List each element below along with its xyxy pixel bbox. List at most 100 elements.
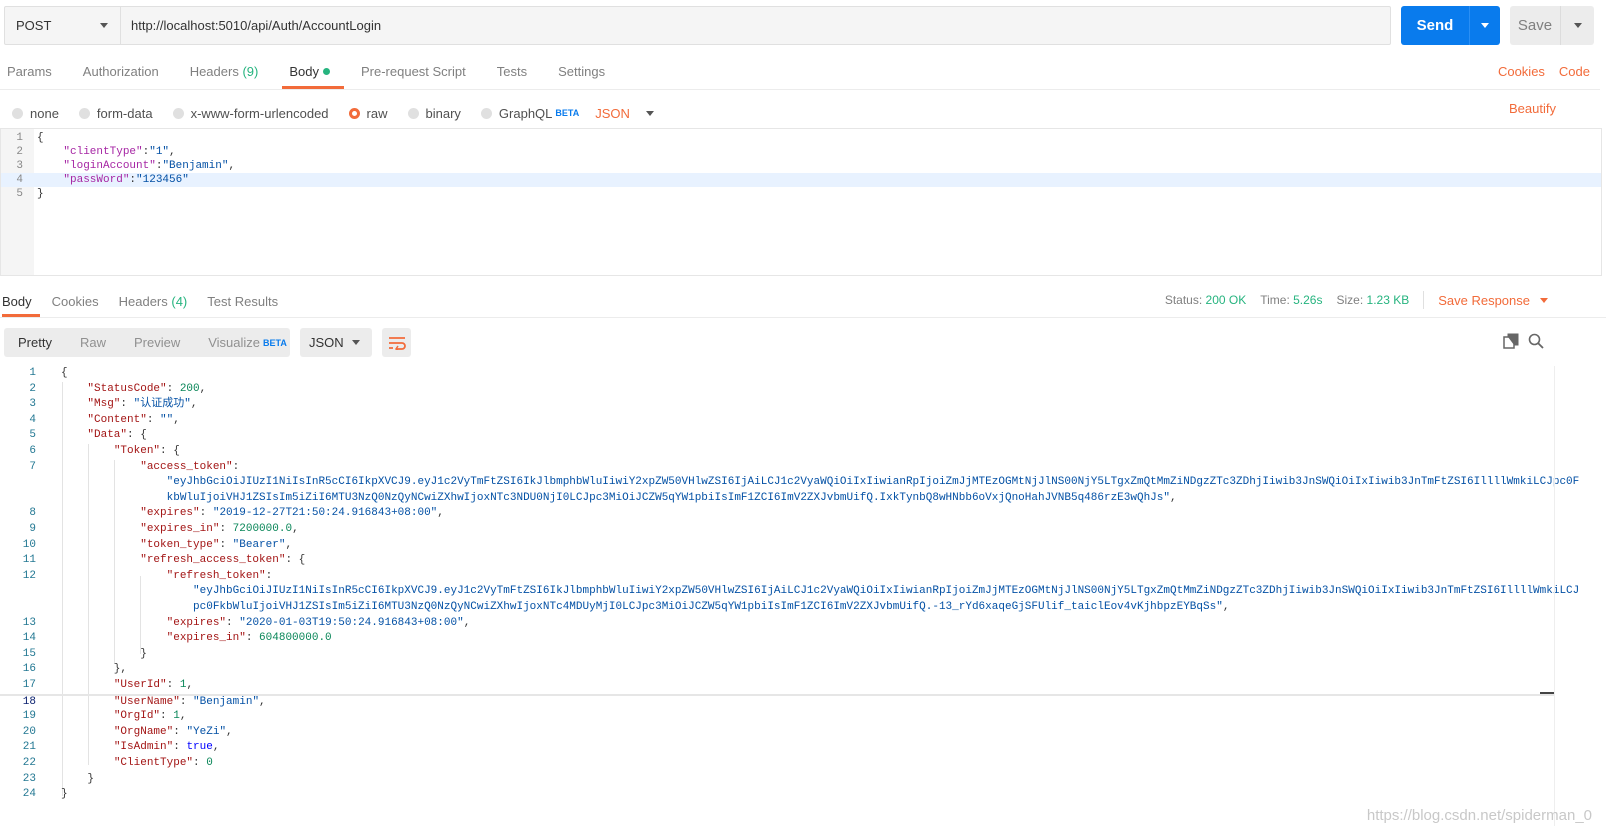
radio-raw[interactable]: raw [348,106,388,121]
code-text: } [61,788,68,801]
view-raw-button[interactable]: Raw [66,328,120,357]
chevron-down-icon [352,340,360,345]
json-key: "expires" [140,507,200,520]
tab-params[interactable]: Params [0,64,66,89]
line-number: 1 [16,132,23,144]
radio-icon [348,107,360,119]
wrap-lines-icon [388,336,406,350]
code-text: } [61,647,147,660]
cursor-position-marker [1540,692,1554,694]
response-tab-body[interactable]: Body [2,294,40,317]
send-label[interactable]: Send [1401,6,1469,45]
chevron-down-icon [1540,297,1548,303]
code-text: "Msg": "认证成功", [87,398,198,411]
code-line: 4 "passWord":"123456" [1,173,1601,187]
code-text: "IsAdmin": true, [113,741,220,754]
code-text: "eyJhbGciOiJIUzI1NiIsInR5cCI6IkpXVCJ9.ey… [61,475,1580,491]
vertical-scrollbar[interactable] [1554,366,1555,826]
response-tab-cookies[interactable]: Cookies [52,294,107,317]
save-button[interactable]: Save [1510,6,1594,45]
radio-graphql[interactable]: GraphQL BETA [480,106,579,121]
json-value: "2020-01-03T19:50:24.916843+08:00" [239,616,464,629]
cookies-link[interactable]: Cookies [1498,64,1545,79]
code-text: "UserName": "Benjamin", [113,695,266,708]
body-format-select[interactable]: JSON [595,106,654,121]
code-text: "Token": { [113,445,180,457]
request-url-bar: POST [4,6,1391,45]
json-value: "1" [149,146,170,158]
status-label: Status: [1164,293,1203,307]
radio-form-data[interactable]: form-data [78,105,153,121]
tab-body[interactable]: Body [282,64,344,89]
json-key: "IsAdmin" [113,741,174,754]
code-line: 2 "clientType":"1", [1,145,1601,159]
beautify-link[interactable]: Beautify [1509,101,1556,116]
code-text: "refresh_access_token": { [140,554,306,567]
response-tab-test-results[interactable]: Test Results [207,294,286,317]
line-number: 2 [16,146,23,158]
line-number: 23 [22,772,36,785]
code-text: "clientType":"1", [63,146,176,158]
json-value: "Benjamin" [193,695,260,708]
radio-none[interactable]: none [12,106,59,121]
json-value: true [186,741,213,754]
send-button[interactable]: Send [1401,6,1500,45]
json-value: "" [160,413,174,426]
body-indicator-dot [322,68,330,75]
radio-binary[interactable]: binary [407,106,461,121]
json-key: "Data" [87,429,128,442]
code-text: pc0FkbWluIjoiVHJ1ZSIsIm5iZiI6MTU3NzQ0NzQ… [193,601,1230,613]
radio-urlencoded-label: x-www-form-urlencoded [190,105,329,121]
view-visualize-button[interactable]: Visualize BETA [194,328,301,357]
search-icon[interactable] [1528,333,1544,349]
radio-icon [12,107,23,119]
method-select[interactable]: POST [5,7,121,44]
json-value: 604800000.0 [259,632,332,645]
tab-headers[interactable]: Headers (9) [183,64,273,89]
line-number: 9 [29,523,36,535]
code-text: "expires_in": 7200000.0, [140,523,299,535]
code-text: "ClientType": 0 [113,757,213,769]
response-tab-headers-label: Headers [118,294,168,309]
tab-settings[interactable]: Settings [551,64,619,89]
json-key: "loginAccount" [63,160,156,172]
wrap-lines-button[interactable] [382,328,411,357]
code-text: "expires_in": 604800000.0 [166,632,332,645]
chevron-down-icon [1481,23,1489,28]
response-format-select[interactable]: JSON [300,328,372,357]
save-label[interactable]: Save [1510,6,1560,45]
line-number: 14 [22,632,36,645]
code-text: "passWord":"123456" [63,174,189,186]
json-key: "OrgName" [113,725,174,738]
line-number: 10 [22,538,36,551]
code-text: "UserId": 1, [113,679,194,691]
save-dropdown[interactable] [1560,6,1594,45]
tab-body-label: Body [289,64,319,79]
radio-urlencoded[interactable]: x-www-form-urlencoded [172,105,329,121]
view-preview-button[interactable]: Preview [120,328,194,357]
radio-form-data-label: form-data [96,105,153,121]
save-response-label: Save Response [1438,292,1530,308]
chevron-down-icon [1573,23,1582,28]
save-response-button[interactable]: Save Response [1438,293,1548,308]
url-input[interactable] [121,7,1390,44]
line-number: 15 [22,647,36,660]
code-line: 18 "UserName": "Benjamin", [0,693,1555,708]
tab-tests[interactable]: Tests [490,64,541,89]
json-value: 7200000.0 [232,523,293,535]
request-body-editor[interactable]: 1{ 2 "clientType":"1", 3 "loginAccount":… [0,128,1602,276]
response-body-viewer[interactable]: 1 { 2 "StatusCode": 200, 3 "Msg": "认证成功",… [0,366,1606,828]
size-value[interactable]: 1.23 KB [1367,293,1410,307]
tab-authorization[interactable]: Authorization [76,64,173,89]
code-link[interactable]: Code [1559,64,1590,79]
send-dropdown[interactable] [1469,6,1500,45]
time-value[interactable]: 5.26s [1293,293,1322,307]
view-pretty-button[interactable]: Pretty [4,328,66,357]
radio-icon [172,107,184,119]
tab-prerequest-script[interactable]: Pre-request Script [354,64,480,89]
json-value: pc0FkbWluIjoiVHJ1ZSIsIm5iZiI6MTU3NzQ0NzQ… [193,601,1223,613]
response-tab-headers[interactable]: Headers (4) [119,294,196,317]
copy-icon[interactable] [1503,333,1519,349]
json-key: "UserName" [113,695,180,708]
status-value[interactable]: 200 OK [1206,293,1247,307]
